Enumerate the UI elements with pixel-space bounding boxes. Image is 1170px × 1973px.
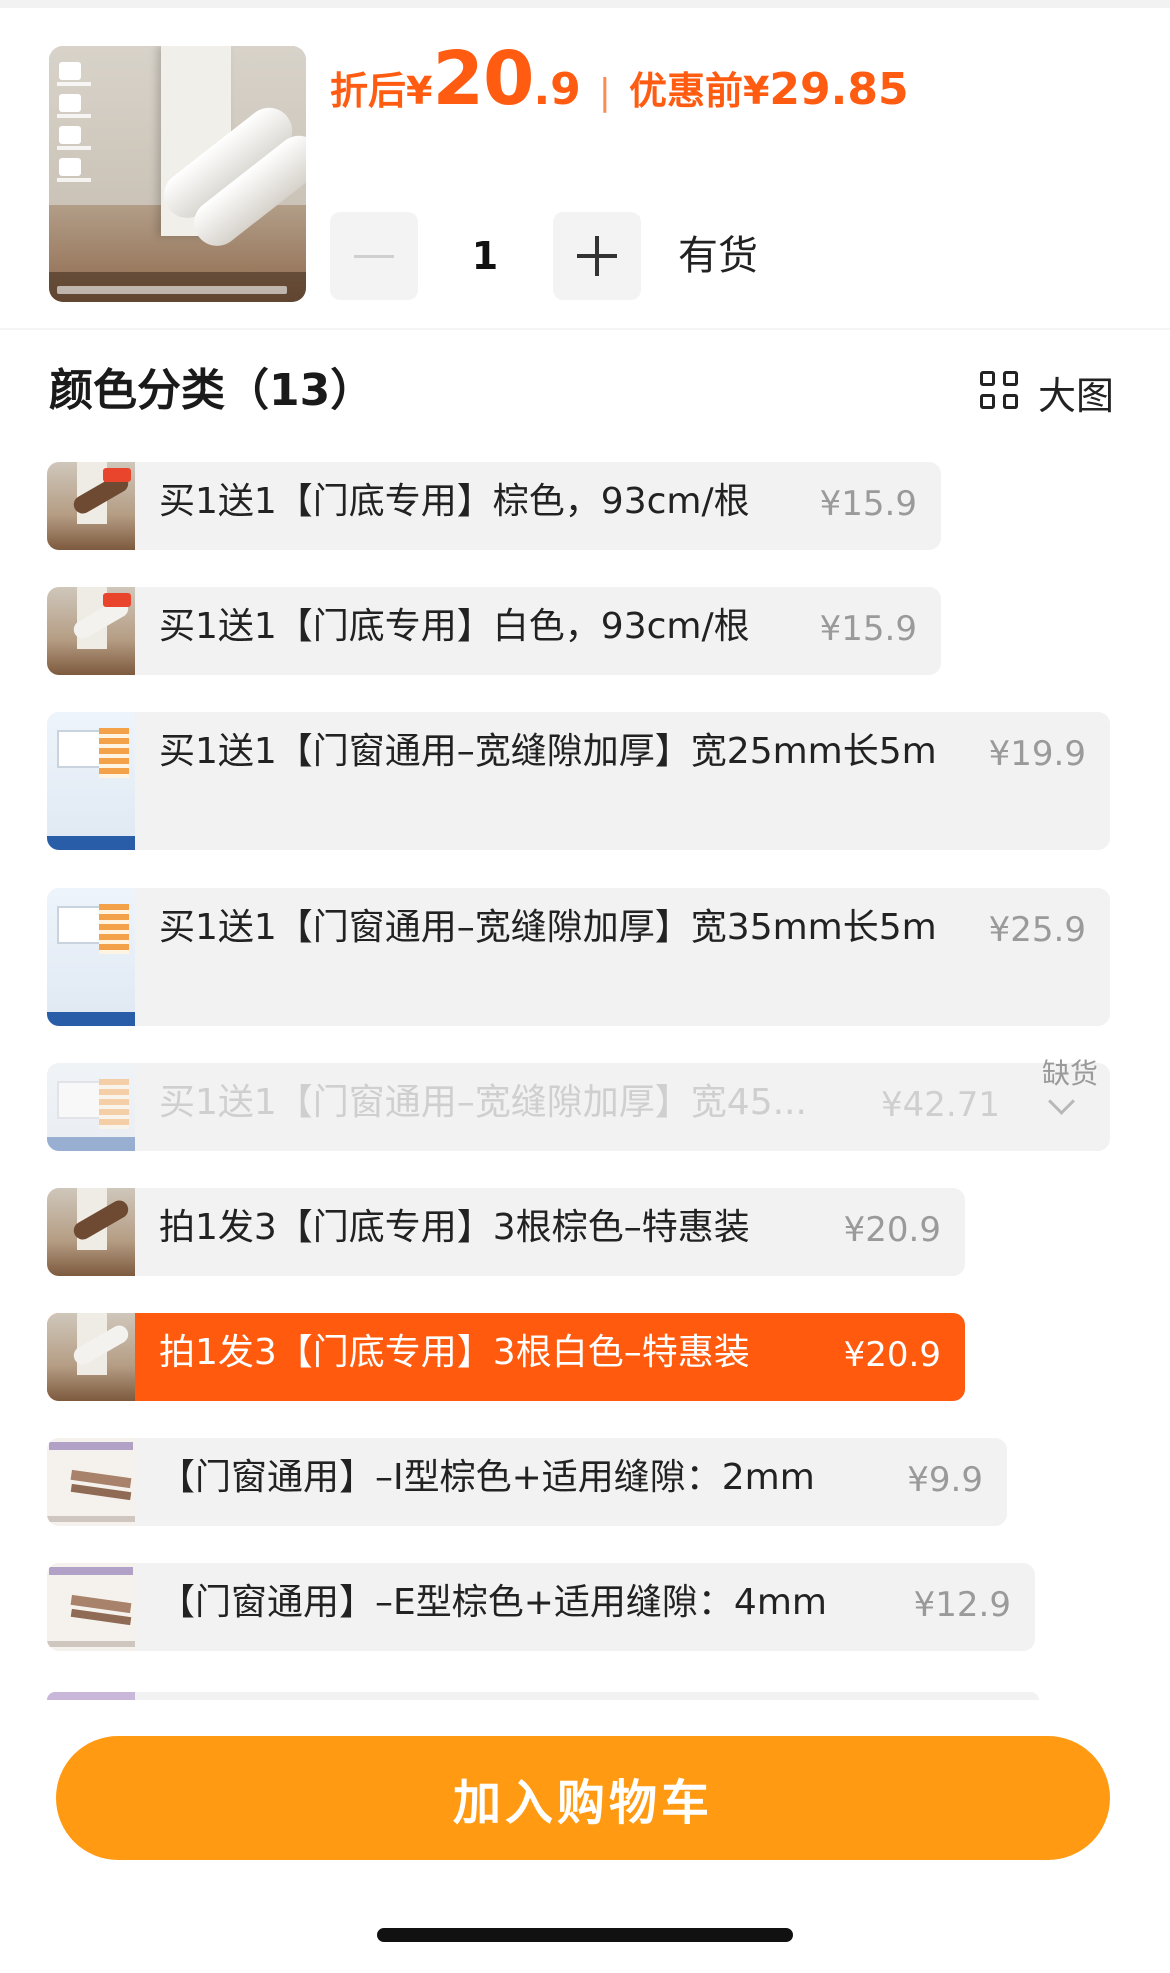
option-price: ¥20.9 [843, 1210, 941, 1250]
product-thumbnail[interactable] [49, 46, 306, 302]
option-label: 拍1发3【门底专用】3根棕色–特惠装 [159, 1207, 750, 1248]
option-thumbnail [47, 888, 135, 1026]
option-thumbnail [47, 1063, 135, 1151]
option-thumbnail [47, 712, 135, 850]
option-item[interactable]: 拍1发3【门底专用】3根棕色–特惠装 ¥20.9 [47, 1188, 965, 1276]
minus-icon [354, 254, 394, 258]
option-price: ¥9.9 [907, 1460, 983, 1500]
option-label: 买1送1【门窗通用–宽缝隙加厚】宽45... [159, 1082, 807, 1123]
out-of-stock-tag: 缺货 [1042, 1057, 1099, 1090]
big-view-toggle[interactable]: 大图 [980, 364, 1114, 420]
price-integer: 20 [432, 36, 534, 122]
option-thumbnail [47, 462, 135, 550]
grid-icon [980, 371, 1022, 413]
price-separator: | [598, 72, 611, 113]
quantity-decrease-button[interactable] [330, 212, 418, 300]
option-label: 买1送1【门底专用】棕色，93cm/根 [159, 481, 750, 522]
option-price: ¥20.9 [843, 1335, 941, 1375]
option-label: 【门窗通用】–E型棕色+适用缝隙：4mm [159, 1582, 827, 1623]
option-price: ¥19.9 [988, 734, 1086, 774]
original-price: 29.85 [769, 64, 909, 115]
quantity-value[interactable]: 1 [440, 226, 530, 286]
option-label: 拍1发3【门底专用】3根白色–特惠装 [159, 1332, 750, 1373]
option-label: 买1送1【门窗通用–宽缝隙加厚】宽35mm长5m [159, 907, 937, 948]
option-label: 买1送1【门底专用】白色，93cm/根 [159, 606, 750, 647]
option-thumbnail [47, 587, 135, 675]
option-item[interactable]: 买1送1【门底专用】白色，93cm/根 ¥15.9 [47, 587, 941, 675]
divider [0, 328, 1170, 330]
price-prefix: 折后 [330, 69, 407, 113]
option-price: ¥15.9 [819, 609, 917, 649]
thumb-caption [57, 286, 287, 294]
option-price: ¥25.9 [988, 910, 1086, 950]
option-thumbnail [47, 1563, 135, 1651]
option-label: 【门窗通用】–I型棕色+适用缝隙：2mm [159, 1457, 815, 1498]
price-decimal: .9 [533, 64, 581, 115]
quantity-increase-button[interactable] [553, 212, 641, 300]
option-thumbnail [47, 1188, 135, 1276]
home-indicator[interactable] [377, 1928, 793, 1942]
option-item-out-of-stock[interactable]: 买1送1【门窗通用–宽缝隙加厚】宽45... ¥42.71 [47, 1063, 1110, 1151]
add-to-cart-button[interactable]: 加入购物车 [56, 1736, 1110, 1860]
option-item-selected[interactable]: 拍1发3【门底专用】3根白色–特惠装 ¥20.9 [47, 1313, 965, 1401]
option-price: ¥12.9 [913, 1585, 1011, 1625]
option-item[interactable]: 【门窗通用】–E型棕色+适用缝隙：4mm ¥12.9 [47, 1563, 1035, 1651]
price-line: 折后¥20.9 | 优惠前¥29.85 [330, 36, 909, 122]
big-view-label: 大图 [1038, 373, 1115, 418]
option-thumbnail [47, 1313, 135, 1401]
option-item[interactable]: 【门窗通用】–I型棕色+适用缝隙：2mm ¥9.9 [47, 1438, 1007, 1526]
stock-status: 有货 [678, 233, 758, 279]
original-price-prefix: 优惠前 [628, 69, 743, 113]
option-price: ¥15.9 [819, 484, 917, 524]
option-item[interactable]: 买1送1【门底专用】棕色，93cm/根 ¥15.9 [47, 462, 941, 550]
option-item[interactable]: 买1送1【门窗通用–宽缝隙加厚】宽35mm长5m ¥25.9 [47, 888, 1110, 1026]
section-title: 颜色分类（13） [49, 365, 375, 416]
top-strip [0, 0, 1170, 8]
thumb-feature-icons [55, 54, 107, 264]
currency-symbol: ¥ [406, 69, 433, 113]
option-item[interactable]: 买1送1【门窗通用–宽缝隙加厚】宽25mm长5m ¥19.9 [47, 712, 1110, 850]
option-thumbnail [47, 1438, 135, 1526]
plus-icon-vertical [595, 236, 599, 276]
option-label: 买1送1【门窗通用–宽缝隙加厚】宽25mm长5m [159, 731, 937, 772]
original-currency-symbol: ¥ [742, 69, 770, 113]
option-item-partial [47, 1692, 1039, 1700]
